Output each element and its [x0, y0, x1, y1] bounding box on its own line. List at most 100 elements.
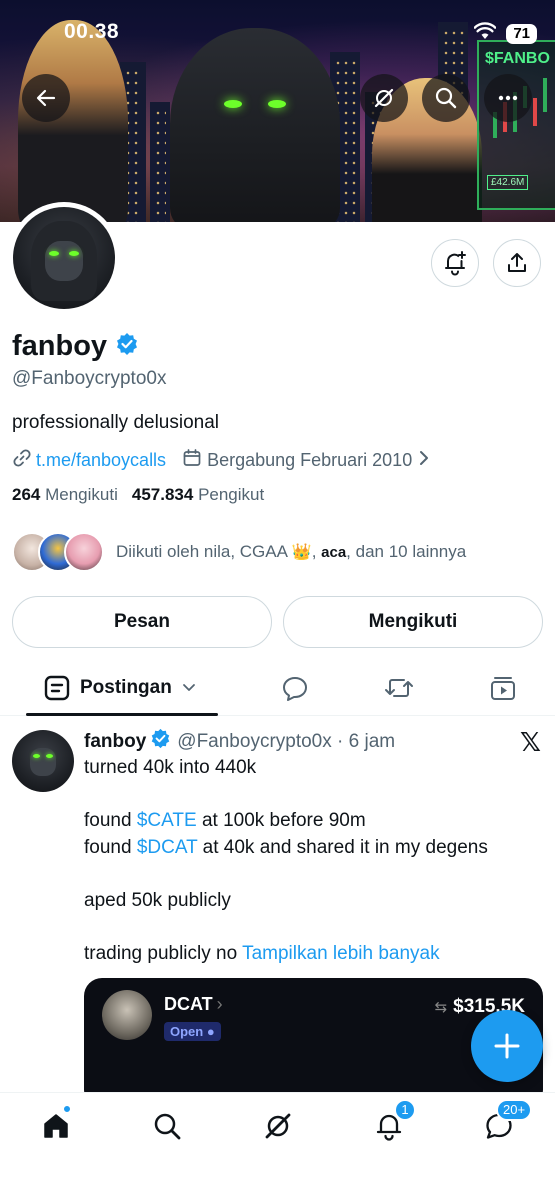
follower-avatar	[64, 532, 104, 572]
tab-media[interactable]	[487, 672, 519, 704]
avatar-eye	[49, 251, 59, 256]
battery-indicator: 71	[506, 23, 537, 44]
tab-replies[interactable]	[279, 672, 311, 704]
chevron-right-icon[interactable]	[418, 450, 430, 471]
tweet-text: at 40k and shared it in my degens	[197, 837, 488, 858]
tweet-line: aped 50k publicly	[84, 890, 231, 911]
profile-link[interactable]: t.me/fanboycalls	[36, 450, 166, 471]
comma: ,	[311, 542, 322, 561]
reply-icon	[283, 677, 307, 701]
search-icon	[154, 1113, 181, 1140]
candle	[533, 98, 537, 126]
tweet-handle-time: @Fanboycrypto0x · 6 jam	[177, 730, 396, 752]
avatar-eye	[46, 754, 53, 758]
x-logo-icon: 𝕏	[520, 728, 541, 758]
avatar-eye	[69, 251, 79, 256]
nav-notifications[interactable]: 1	[372, 1099, 416, 1143]
profile-handle: @Fanboycrypto0x	[12, 368, 167, 389]
grok-icon	[374, 88, 394, 108]
tweet-text: found	[84, 810, 137, 831]
more-options-button[interactable]	[484, 74, 532, 122]
grok-icon	[265, 1113, 291, 1139]
followed-by-suffix: , dan 10 lainnya	[346, 542, 467, 561]
notify-button[interactable]	[431, 239, 479, 287]
show-more-link[interactable]: Tampilkan lebih banyak	[242, 943, 440, 964]
followed-by-prefix: Diikuti oleh nila, CGAA	[116, 542, 288, 561]
verified-badge-icon[interactable]	[115, 332, 139, 361]
profile-tabs: Postingan	[0, 660, 555, 716]
crown-icon: 👑	[291, 544, 312, 561]
search-button[interactable]	[422, 74, 470, 122]
cashtag-link[interactable]: $DCAT	[137, 837, 198, 858]
banner-figure-center	[170, 28, 340, 222]
tweet-line: trading publicly no Tampilkan lebih bany…	[84, 943, 440, 965]
followed-by-row[interactable]: Diikuti oleh nila, CGAA 👑, aca, dan 10 l…	[12, 532, 466, 572]
profile-meta: t.me/fanboycalls Bergabung Februari 2010	[12, 448, 430, 473]
building	[150, 102, 170, 222]
share-button[interactable]	[493, 239, 541, 287]
home-icon	[44, 1114, 68, 1138]
token-title: DCAT ›	[164, 994, 223, 1015]
link-icon	[12, 448, 32, 473]
share-icon	[508, 253, 526, 272]
verified-badge-icon	[150, 728, 171, 755]
messages-badge: 20+	[496, 1099, 533, 1121]
token-name: DCAT	[164, 994, 213, 1014]
home-notification-dot	[63, 1105, 71, 1113]
plus-icon	[494, 1033, 520, 1059]
bell-plus-icon	[445, 251, 466, 276]
message-button[interactable]: Pesan	[12, 596, 272, 648]
posts-icon	[44, 675, 70, 701]
bottom-navigation: 1 20+	[0, 1092, 555, 1200]
profile-name-row: fanboy	[12, 330, 139, 363]
compose-button[interactable]	[471, 1010, 543, 1082]
status-badge: Open ●	[164, 1022, 221, 1041]
tweet-line: found $DCAT at 40k and shared it in my d…	[84, 837, 488, 859]
nav-messages[interactable]: 20+	[482, 1099, 533, 1143]
following-count: 264	[12, 485, 41, 504]
profile-bio: professionally delusional	[12, 412, 220, 433]
grok-button[interactable]	[360, 74, 408, 122]
back-button[interactable]	[22, 74, 70, 122]
followed-by-text: Diikuti oleh nila, CGAA 👑, aca, dan 10 l…	[116, 542, 466, 562]
calendar-icon	[182, 448, 202, 473]
nav-grok[interactable]	[261, 1109, 295, 1143]
following-stat[interactable]: 264 Mengikuti	[12, 485, 118, 505]
followers-stat[interactable]: 457.834 Pengikut	[132, 485, 264, 505]
profile-avatar[interactable]	[8, 202, 120, 314]
banner-chart-panel: $FANBO £42.6M	[477, 40, 555, 210]
status-indicators: 71	[473, 22, 537, 45]
profile-joined: Bergabung Februari 2010	[207, 450, 413, 470]
chevron-down-icon	[182, 684, 195, 691]
notifications-badge: 1	[394, 1099, 416, 1121]
banner-figure-left	[18, 20, 128, 222]
tweet-author-name[interactable]: fanboy	[84, 731, 146, 753]
avatar-face	[45, 241, 83, 281]
tweet-header: fanboy @Fanboycrypto0x · 6 jam	[84, 728, 395, 755]
search-icon	[435, 87, 457, 109]
cashtag-link[interactable]: $CATE	[137, 810, 197, 831]
banner-price-tag: £42.6M	[487, 175, 529, 190]
tab-posts[interactable]: Postingan	[26, 660, 218, 716]
tab-reposts[interactable]	[383, 672, 415, 704]
chevron-right-icon: ›	[216, 994, 223, 1014]
following-button[interactable]: Mengikuti	[283, 596, 543, 648]
profile-name: fanboy	[12, 330, 108, 362]
tweet-text: found	[84, 837, 137, 858]
avatar-eye	[33, 754, 40, 758]
tab-posts-label: Postingan	[80, 677, 172, 698]
following-label: Mengikuti	[45, 485, 118, 504]
nav-home[interactable]	[39, 1105, 73, 1143]
profile-banner[interactable]: $FANBO £42.6M 00.38 71	[0, 0, 555, 222]
tweet-text: trading publicly no	[84, 943, 243, 964]
arrow-left-icon	[36, 89, 56, 107]
token-logo	[102, 990, 152, 1040]
tweet-line: found $CATE at 100k before 90m	[84, 810, 366, 832]
followers-count: 457.834	[131, 485, 194, 504]
nav-search[interactable]	[150, 1109, 184, 1143]
tweet-avatar[interactable]	[12, 730, 74, 792]
tweet-line: turned 40k into 440k	[84, 757, 257, 778]
status-time: 00.38	[64, 20, 120, 43]
banner-ticker: $FANBO	[485, 50, 550, 67]
candle	[543, 78, 547, 112]
